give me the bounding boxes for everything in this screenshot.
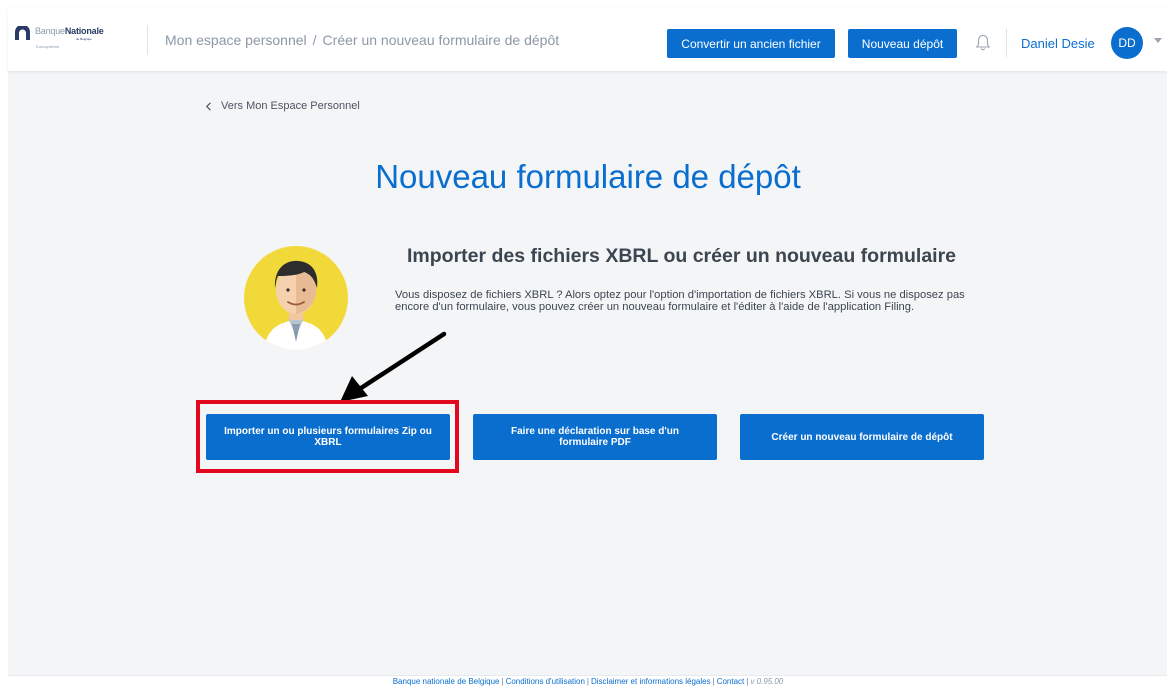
footer-version: v 0.95.00 [750,677,784,686]
breadcrumb-separator: / [312,32,317,48]
annotation-highlight-box [196,400,459,473]
header-divider [147,25,148,55]
breadcrumb-home[interactable]: Mon espace personnel [165,32,307,48]
back-to-personal-space-link[interactable]: Vers Mon Espace Personnel [205,100,360,112]
avatar[interactable]: DD [1111,27,1143,59]
section-description: Vous disposez de fichiers XBRL ? Alors o… [395,289,965,313]
logo-subtitle: de Belgique [76,37,92,41]
header-divider-user [1006,29,1007,57]
annotation-arrow-icon [340,331,447,402]
footer-link-nbb[interactable]: Banque nationale de Belgique [393,677,500,686]
page-title: Nouveau formulaire de dépôt [375,158,801,195]
bell-icon[interactable] [975,34,991,52]
top-header: BanqueNationale de Belgique Eurosystème … [8,8,1167,71]
create-new-form-button[interactable]: Créer un nouveau formulaire de dépôt [740,414,984,460]
section-heading: Importer des fichiers XBRL ou créer un n… [407,245,957,267]
user-name[interactable]: Daniel Desie [1021,36,1095,51]
footer-link-contact[interactable]: Contact [717,677,745,686]
back-link-label: Vers Mon Espace Personnel [221,100,360,112]
nbb-logo-mark-icon [15,26,30,40]
pdf-declaration-button[interactable]: Faire une déclaration sur base d'un form… [473,414,717,460]
logo-eurosystem: Eurosystème [36,44,60,49]
chevron-down-icon[interactable] [1154,38,1162,43]
chevron-left-icon [205,101,211,111]
footer: Banque nationale de Belgique | Conditions … [8,675,1167,688]
breadcrumb-current: Créer un nouveau formulaire de dépôt [322,32,560,48]
logo-brand: BanqueNationale [35,26,104,36]
page-frame: BanqueNationale de Belgique Eurosystème … [8,8,1167,688]
breadcrumb: Mon espace personnel / Créer un nouveau fo… [165,32,559,48]
footer-link-disclaimer[interactable]: Disclaimer et informations légales [591,677,711,686]
nbb-logo[interactable]: BanqueNationale de Belgique Eurosystème [14,24,134,58]
footer-link-terms[interactable]: Conditions d'utilisation [506,677,585,686]
new-deposit-button[interactable]: Nouveau dépôt [848,29,957,58]
convert-old-file-button[interactable]: Convertir un ancien fichier [667,29,835,58]
